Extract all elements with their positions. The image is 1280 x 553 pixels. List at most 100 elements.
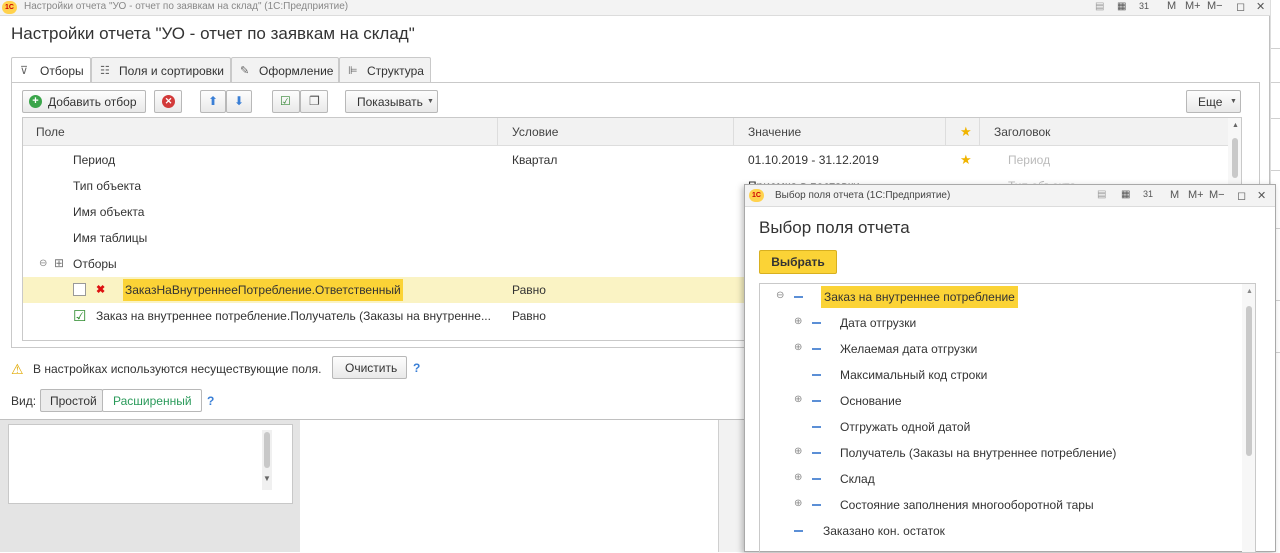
- memory-m-button[interactable]: M: [1167, 0, 1176, 12]
- field-icon: [812, 374, 821, 376]
- memory-minus-button[interactable]: M−: [1209, 189, 1225, 201]
- move-up-button[interactable]: ⬆: [200, 90, 226, 113]
- field-icon: [812, 504, 821, 506]
- field-icon: [794, 530, 803, 532]
- arrow-down-icon: ⬇: [234, 94, 245, 108]
- expand-icon[interactable]: ⊕: [794, 342, 802, 353]
- column-title[interactable]: Заголовок: [994, 125, 1050, 139]
- help-icon[interactable]: ?: [207, 394, 214, 408]
- calendar-icon[interactable]: 31: [1143, 189, 1153, 199]
- scroll-down-arrow-icon[interactable]: ▼: [263, 474, 271, 483]
- column-condition[interactable]: Условие: [512, 125, 558, 139]
- memory-plus-button[interactable]: M+: [1188, 189, 1204, 201]
- check-all-button[interactable]: ☑: [272, 90, 300, 113]
- expand-icon[interactable]: ⊕: [794, 498, 802, 509]
- field-icon: [812, 426, 821, 428]
- collapse-icon[interactable]: ⊖: [39, 258, 47, 269]
- view-label: Вид:: [11, 394, 37, 408]
- memory-m-button[interactable]: M: [1170, 189, 1179, 201]
- view-extended-label: Расширенный: [113, 394, 192, 408]
- tree-item[interactable]: ⊕ Состояние заполнения многооборотной та…: [760, 492, 1240, 518]
- row-value: 01.10.2019 - 31.12.2019: [748, 153, 879, 167]
- print-icon[interactable]: ▤: [1097, 189, 1106, 200]
- tab-filters[interactable]: ⊽ Отборы: [11, 57, 91, 83]
- memory-plus-button[interactable]: M+: [1185, 0, 1201, 12]
- restore-button[interactable]: ◻: [1236, 0, 1245, 13]
- move-down-button[interactable]: ⬇: [226, 90, 252, 113]
- expand-icon[interactable]: ⊕: [794, 446, 802, 457]
- tree-item[interactable]: ⊖ Заказ на внутреннее потребление: [760, 284, 1240, 310]
- delete-icon: ✕: [162, 95, 175, 108]
- column-value[interactable]: Значение: [748, 125, 801, 139]
- uncheck-all-button[interactable]: ❐: [300, 90, 328, 113]
- expand-icon[interactable]: ⊕: [794, 316, 802, 327]
- tree-item[interactable]: ⊕ Желаемая дата отгрузки: [760, 336, 1240, 362]
- scroll-up-arrow-icon[interactable]: ▲: [1246, 288, 1253, 295]
- collapse-icon[interactable]: ⊖: [776, 290, 784, 301]
- show-label: Показывать: [357, 95, 423, 109]
- help-icon[interactable]: ?: [413, 361, 420, 375]
- expand-icon[interactable]: ⊕: [794, 472, 802, 483]
- memory-minus-button[interactable]: M−: [1207, 0, 1223, 12]
- table-header: Поле Условие Значение ★ Заголовок: [23, 118, 1241, 146]
- row-field: Имя объекта: [73, 205, 145, 219]
- show-dropdown[interactable]: Показывать ▼: [345, 90, 438, 113]
- warning-text: В настройках используются несуществующие…: [33, 362, 322, 376]
- tree-item[interactable]: Заказано кон. остаток: [760, 518, 1240, 544]
- close-button[interactable]: ✕: [1257, 189, 1266, 202]
- select-button[interactable]: Выбрать: [759, 250, 837, 274]
- calendar-icon[interactable]: 31: [1139, 1, 1149, 11]
- tab-fields-sorting[interactable]: ☷ Поля и сортировки: [91, 57, 231, 82]
- tree-item[interactable]: ⊕ Склад: [760, 466, 1240, 492]
- calculator-icon[interactable]: ▦: [1121, 189, 1130, 200]
- tree-item[interactable]: Отгружать одной датой: [760, 414, 1240, 440]
- field-icon: [812, 322, 821, 324]
- view-simple-label: Простой: [50, 394, 97, 408]
- row-field: Период: [73, 153, 116, 167]
- row-field: Имя таблицы: [73, 231, 148, 245]
- tab-structure[interactable]: ⊫ Структура: [339, 57, 431, 82]
- row-condition: Квартал: [512, 153, 558, 167]
- background-area: [300, 420, 718, 552]
- row-field: ЗаказНаВнутреннееПотребление.Ответственн…: [123, 279, 403, 301]
- add-filter-button[interactable]: + Добавить отбор: [22, 90, 146, 113]
- background-scrollbar-thumb[interactable]: [264, 432, 270, 468]
- field-icon: [812, 478, 821, 480]
- tree-item[interactable]: ⊕ Дата отгрузки: [760, 310, 1240, 336]
- row-field: Тип объекта: [73, 179, 142, 193]
- clear-button[interactable]: Очистить: [332, 356, 407, 379]
- table-scrollbar-thumb[interactable]: [1232, 138, 1238, 178]
- print-icon[interactable]: ▤: [1095, 1, 1104, 12]
- close-button[interactable]: ✕: [1256, 0, 1265, 13]
- page-title: Настройки отчета "УО - отчет по заявкам …: [11, 24, 415, 43]
- field-icon: [812, 400, 821, 402]
- arrow-up-icon: ⬆: [208, 94, 219, 108]
- column-field[interactable]: Поле: [36, 125, 65, 139]
- expand-icon[interactable]: ⊕: [794, 394, 802, 405]
- scroll-up-arrow-icon[interactable]: ▲: [1232, 122, 1239, 129]
- calculator-icon[interactable]: ▦: [1117, 1, 1126, 12]
- tab-appearance[interactable]: ✎ Оформление: [231, 57, 339, 82]
- row-field: Заказ на внутреннее потребление.Получате…: [96, 309, 491, 323]
- tree-scrollbar[interactable]: ▲: [1242, 284, 1255, 552]
- clear-label: Очистить: [345, 361, 398, 375]
- tree-item[interactable]: ⊕ Основание: [760, 388, 1240, 414]
- view-simple-button[interactable]: Простой: [40, 389, 103, 412]
- tree-scrollbar-thumb[interactable]: [1246, 306, 1252, 456]
- tree-item[interactable]: Максимальный код строки: [760, 362, 1240, 388]
- tab-filters-label: Отборы: [40, 64, 84, 78]
- tree-item-label: Максимальный код строки: [840, 368, 988, 382]
- restore-button[interactable]: ◻: [1237, 189, 1246, 202]
- view-extended-button[interactable]: Расширенный: [102, 389, 202, 412]
- star-icon[interactable]: ★: [960, 124, 972, 140]
- row-checkbox[interactable]: [73, 283, 86, 296]
- tab-fields-label: Поля и сортировки: [119, 64, 224, 78]
- tree-item[interactable]: ⊕ Получатель (Заказы на внутреннее потре…: [760, 440, 1240, 466]
- more-dropdown[interactable]: Еще ▼: [1186, 90, 1241, 113]
- row-checkbox-checked[interactable]: ☑: [73, 307, 86, 325]
- delete-button[interactable]: ✕: [154, 90, 182, 113]
- add-icon: +: [29, 95, 42, 108]
- table-row[interactable]: Период Квартал 01.10.2019 - 31.12.2019 ★…: [23, 147, 1228, 173]
- star-icon[interactable]: ★: [960, 152, 972, 168]
- structure-icon: ⊫: [348, 65, 358, 77]
